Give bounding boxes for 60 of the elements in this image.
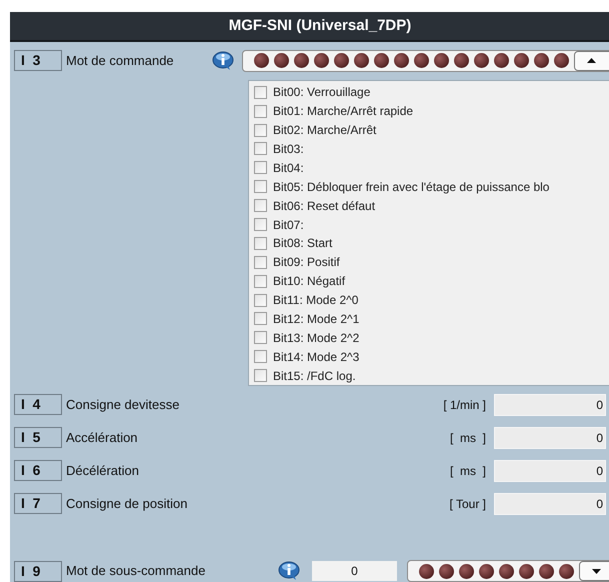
bit-label: Bit07: <box>273 216 304 234</box>
checkbox[interactable] <box>254 180 267 194</box>
parameter-index: I 3 <box>14 50 62 72</box>
parameter-label: Mot de sous-commande <box>66 562 206 580</box>
value-field[interactable]: 0 <box>494 426 606 448</box>
bit-label: Bit08: Start <box>273 235 332 252</box>
bit-label: Bit09: Positif <box>273 254 340 272</box>
caret-icon <box>587 58 596 64</box>
parameter-index: I 5 <box>14 427 62 448</box>
checkbox[interactable] <box>254 236 267 250</box>
checkbox[interactable] <box>254 369 267 382</box>
checkbox[interactable] <box>254 274 267 288</box>
value-field[interactable]: 0 <box>494 460 606 482</box>
unit-label: [ Tour ] <box>448 496 486 512</box>
unit-label: [ 1/min ] <box>442 396 486 414</box>
bit-label: Bit14: Mode 2^3 <box>273 348 360 366</box>
checkbox[interactable] <box>254 199 267 212</box>
parameter-label: Accélération <box>66 428 139 447</box>
parameter-index: I 7 <box>14 493 62 514</box>
parameter-index: I 6 <box>14 460 62 481</box>
bit-label: Bit05: Débloquer frein avec l'étage de puissance blo <box>273 178 550 196</box>
dropdown-toggle[interactable] <box>574 50 609 71</box>
unit-label: [ ms ] <box>449 430 486 446</box>
info-icon[interactable] <box>212 50 234 71</box>
bit-label: Bit13: Mode 2^2 <box>273 330 360 347</box>
checkbox[interactable] <box>254 142 267 156</box>
checkbox[interactable] <box>254 86 267 99</box>
bit-label: Bit00: Verrouillage <box>273 84 370 102</box>
checkbox[interactable] <box>254 256 267 269</box>
checkbox[interactable] <box>254 104 267 118</box>
parameter-label: Décélération <box>66 462 140 480</box>
bit-label: Bit02: Marche/Arrêt <box>273 122 376 140</box>
checkbox[interactable] <box>254 218 267 231</box>
bit-label: Bit12: Mode 2^1 <box>273 310 360 328</box>
checkbox[interactable] <box>254 161 267 174</box>
bit-label: Bit01: Marche/Arrêt rapide <box>273 103 414 120</box>
parameter-label: Consigne de position <box>66 494 188 513</box>
unit-label: [ ms ] <box>449 462 486 480</box>
parameter-label: Mot de commande <box>66 52 175 70</box>
parameter-index: I 4 <box>14 394 62 415</box>
bit-label: Bit11: Mode 2^0 <box>273 292 358 310</box>
parameter-index: I 9 <box>14 560 62 582</box>
checkbox[interactable] <box>254 331 267 344</box>
caret-icon <box>592 568 601 574</box>
info-icon[interactable] <box>278 561 300 581</box>
bit-label: Bit10: Négatif <box>273 273 346 290</box>
checkbox[interactable] <box>254 124 267 137</box>
bit-label: Bit04: <box>273 160 304 177</box>
parameter-label: Consigne devitesse <box>66 396 180 414</box>
value-field[interactable]: 0 <box>494 492 606 514</box>
value-field[interactable]: 0 <box>494 394 606 416</box>
checkbox[interactable] <box>254 350 267 364</box>
value-field[interactable]: 0 <box>312 561 397 581</box>
window-title: MGF-SNI (Universal_7DP) <box>10 12 609 42</box>
checkbox[interactable] <box>254 294 267 307</box>
bit-label: Bit06: Reset défaut <box>273 198 376 215</box>
bit-label: Bit15: /FdC log. <box>273 368 356 385</box>
dropdown-toggle[interactable] <box>579 561 609 581</box>
checkbox[interactable] <box>254 312 267 326</box>
bit-label: Bit03: <box>273 140 304 158</box>
